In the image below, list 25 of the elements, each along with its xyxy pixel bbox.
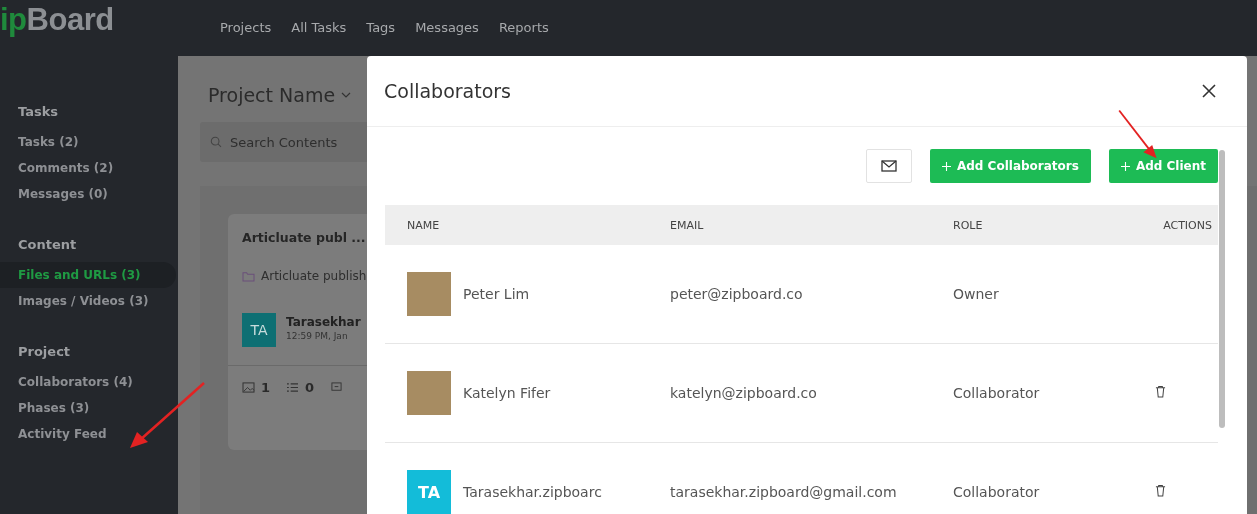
count: 0 [305, 380, 315, 395]
timestamp: 12:59 PM, Jan [286, 331, 349, 341]
author-name: Tarasekhar [286, 315, 361, 329]
user-name: Katelyn Fifer [463, 385, 551, 401]
user-name: Tarasekhar.zipboarc [463, 484, 602, 500]
section-heading: Tasks [17, 103, 60, 121]
role-text: Collaborator [953, 385, 1041, 401]
section-heading: Content [17, 236, 78, 254]
column-header: NAME [406, 218, 441, 232]
column-header: ACTIONS [1162, 218, 1213, 232]
email-text: peter@zipboard.co [669, 286, 804, 302]
role-text: Owner [953, 286, 1000, 302]
email-text: katelyn@zipboard.co [669, 385, 818, 401]
email-text: tarasekhar.zipboard@gmail.com [669, 484, 898, 500]
avatar: TA [407, 470, 451, 514]
section-heading: Project [17, 343, 72, 361]
column-header: ROLE [953, 218, 984, 232]
dialog-title: Collaborators [384, 80, 512, 102]
count: 1 [261, 380, 271, 395]
user-name: Peter Lim [463, 286, 530, 302]
role-text: Collaborator [953, 484, 1041, 500]
column-header: EMAIL [669, 218, 705, 232]
card-title: Articluate publ ... [242, 230, 367, 245]
avatar: TA [242, 313, 276, 347]
folder-name: Articluate publish [261, 269, 367, 283]
